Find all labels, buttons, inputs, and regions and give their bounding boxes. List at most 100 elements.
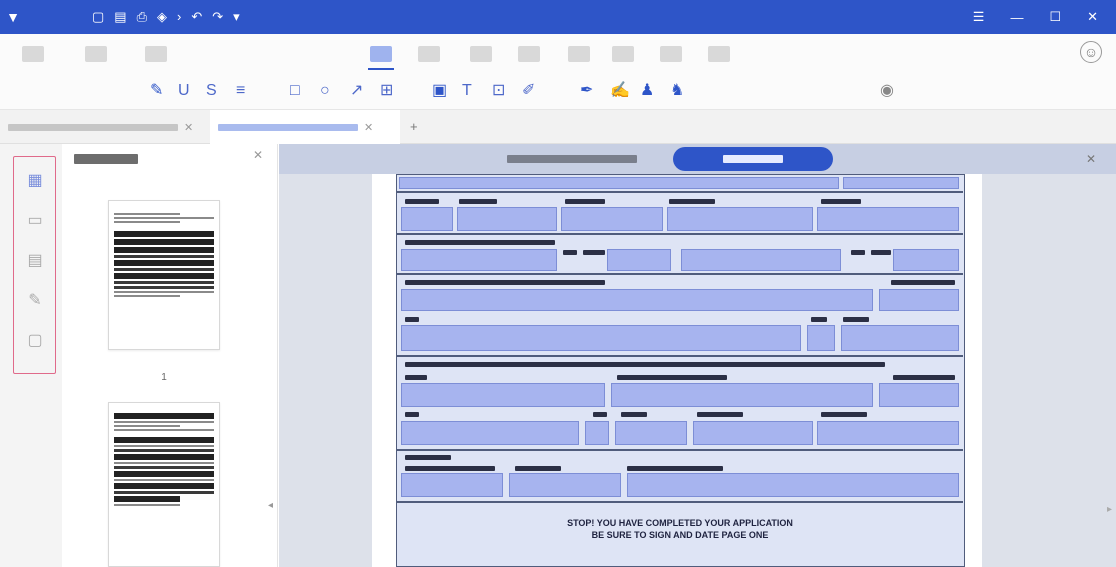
menu-tab-8[interactable] [568,46,590,62]
menu-tab-3[interactable] [145,46,167,62]
pdf-page: STOP! YOU HAVE COMPLETED YOUR APPLICATIO… [372,174,982,567]
form-field[interactable] [561,207,663,231]
callout-icon[interactable]: ⊡ [492,82,505,100]
window-controls: ☰ — ☐ ✕ [973,0,1116,34]
comments-icon[interactable]: ▤ [24,249,46,271]
form-field[interactable] [401,383,605,407]
scroll-indicator-icon[interactable]: ▸ [1107,504,1112,515]
eye-icon[interactable]: ◉ [880,82,894,100]
form-field[interactable] [879,383,959,407]
chevron-icon[interactable]: › [177,9,181,25]
menu-tab-9[interactable] [612,46,634,62]
form-field[interactable] [509,473,621,497]
account-icon[interactable]: ☰ [973,9,985,25]
collapse-panel-icon[interactable]: ◂ [268,500,273,511]
banner-close-icon[interactable]: ✕ [1086,152,1096,166]
rectangle-icon[interactable]: □ [290,82,300,100]
help-icon[interactable]: ☺ [1080,41,1102,63]
form-field[interactable] [681,249,841,271]
signature-icon[interactable]: ♞ [670,82,684,100]
page-thumbnail-1[interactable] [108,200,220,350]
sidebar-icon-group: ▦ ▭ ▤ ✎ ▢ [13,156,56,374]
panel-close-icon[interactable]: ✕ [253,148,263,162]
form-field[interactable] [401,207,453,231]
left-sidebar: ▦ ▭ ▤ ✎ ▢ [0,144,62,567]
close-icon[interactable]: ✕ [1087,9,1098,25]
menu-tab-7[interactable] [518,46,540,62]
underline-icon[interactable]: U [178,82,190,100]
form-field[interactable] [611,383,873,407]
add-tab-button[interactable]: + [410,119,418,134]
maximize-icon[interactable]: ☐ [1049,9,1061,25]
document-tab-bar: ✕ ✕ + [0,110,1116,144]
pencil-icon[interactable]: ✐ [522,82,535,100]
menu-tab-10[interactable] [660,46,682,62]
thumbnail-panel: ✕ 1 ◂ [62,144,278,567]
form-field[interactable] [401,289,873,311]
form-field[interactable] [401,473,503,497]
wave-underline-icon[interactable]: ≡ [236,82,245,100]
document-tab-1-label [8,123,178,131]
close-tab-icon[interactable]: ✕ [184,121,193,134]
panel-title [74,154,138,164]
save-icon[interactable]: ▤ [114,9,126,25]
menu-tab-2[interactable] [85,46,107,62]
form-field[interactable] [627,473,959,497]
thumbnails-icon[interactable]: ▦ [24,169,46,191]
form-field[interactable] [693,421,813,445]
document-tab-2-label [218,123,358,131]
menu-tab-5[interactable] [418,46,440,62]
table-icon[interactable]: ⊞ [380,82,393,100]
text-icon[interactable]: T [462,82,472,100]
document-tab-2[interactable]: ✕ [210,110,400,144]
form-field[interactable] [807,325,835,351]
form-field[interactable] [817,421,959,445]
stamp-icon[interactable]: ♟ [640,82,654,100]
menu-tab-comment[interactable] [368,46,394,70]
form-field[interactable] [841,325,959,351]
form-field[interactable] [585,421,609,445]
form-field[interactable] [401,249,557,271]
close-tab-icon[interactable]: ✕ [364,121,373,134]
form-field[interactable] [879,289,959,311]
ellipse-icon[interactable]: ○ [320,82,330,100]
form-field[interactable] [607,249,671,271]
form-field[interactable] [817,207,959,231]
minimize-icon[interactable]: — [1010,10,1023,25]
bookmark-icon[interactable]: ▭ [24,209,46,231]
menu-tab-6[interactable] [470,46,492,62]
marker-icon[interactable]: ✍ [610,82,630,100]
strikethrough-icon[interactable]: S [206,82,217,100]
print-icon[interactable]: ⎙ [137,9,147,25]
arrow-icon[interactable]: ↗ [350,82,363,100]
form-notification-banner: ✕ [279,144,1116,174]
quick-access-toolbar: ▢ ▤ ⎙ ◈ › ↶ ↷ ▾ [92,9,240,25]
pin-icon[interactable]: ▾ [233,9,240,25]
highlight-icon[interactable]: ✎ [150,82,163,100]
form-field[interactable] [667,207,813,231]
menu-tab-11[interactable] [708,46,730,62]
form-field[interactable] [615,421,687,445]
document-tab-1[interactable]: ✕ [0,110,210,144]
menu-tab-1[interactable] [22,46,44,62]
pen-icon[interactable]: ✒ [580,82,593,100]
lock-icon[interactable]: ◈ [157,9,167,25]
menu-bar: ☺ [0,34,1116,72]
form-field[interactable] [843,177,959,189]
highlight-fields-button[interactable] [673,147,833,171]
form-field[interactable] [399,177,839,189]
text-box-icon[interactable]: ▣ [432,82,447,100]
search-icon[interactable]: ▢ [24,329,46,351]
redo-icon[interactable]: ↷ [212,9,223,25]
notice-line-1: STOP! YOU HAVE COMPLETED YOUR APPLICATIO… [567,518,793,528]
new-file-icon[interactable]: ▢ [92,9,104,25]
notice-line-2: BE SURE TO SIGN AND DATE PAGE ONE [591,530,769,540]
form-field[interactable] [401,421,579,445]
attachment-icon[interactable]: ✎ [24,289,46,311]
undo-icon[interactable]: ↶ [191,9,202,25]
form-field[interactable] [457,207,557,231]
form-field[interactable] [893,249,959,271]
page-number: 1 [161,372,167,383]
page-thumbnail-2[interactable] [108,402,220,567]
form-field[interactable] [401,325,801,351]
